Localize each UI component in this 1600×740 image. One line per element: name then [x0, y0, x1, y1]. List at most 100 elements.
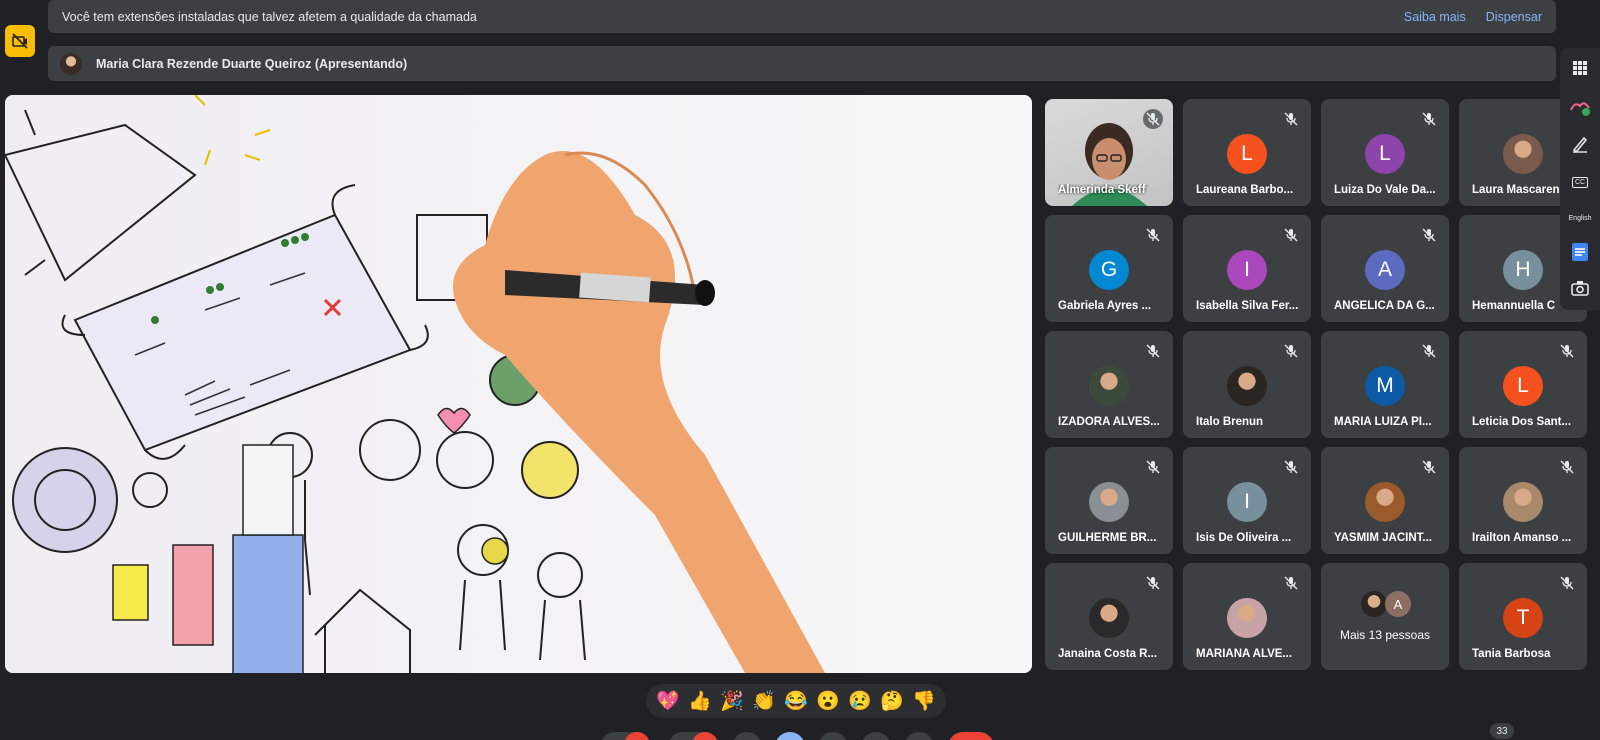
captions-button[interactable] [732, 732, 762, 740]
raise-hand-button[interactable] [861, 732, 891, 740]
participant-name: Isis De Oliveira ... [1196, 532, 1292, 544]
reaction-button[interactable]: 👏 [752, 692, 776, 711]
mic-muted-icon [1419, 457, 1439, 477]
presenter-avatar [60, 52, 82, 75]
reactions-bar: 💖 👍 🎉 👏 😂 😮 😢 🤔 👎 [646, 684, 946, 718]
present-button[interactable] [775, 732, 805, 740]
participant-name: YASMIM JACINT... [1334, 532, 1432, 544]
participant-name: Luiza Do Vale Da... [1334, 184, 1436, 196]
participant-tile[interactable]: GUILHERME BR... [1045, 447, 1173, 554]
presenter-name: Maria Clara Rezende Duarte Queiroz (Apre… [96, 56, 408, 71]
mic-muted-icon [1419, 109, 1439, 129]
mic-muted-icon [1143, 457, 1163, 477]
extensions-notification-bar: Você tem extensões instaladas que talvez… [48, 0, 1556, 33]
participant-tile[interactable]: G Gabriela Ayres ... [1045, 215, 1173, 322]
participant-tile[interactable]: L Luiza Do Vale Da... [1321, 99, 1449, 206]
participant-avatar [1503, 482, 1543, 522]
notification-text: Você tem extensões instaladas que talvez… [62, 9, 477, 24]
participant-name: Laureana Barbo... [1196, 184, 1294, 196]
camera-button[interactable] [668, 732, 718, 740]
participant-avatar: T [1503, 598, 1543, 638]
participant-name: Almerinda Skeff [1058, 184, 1146, 196]
participant-name: ANGÉLICA DA G... [1334, 300, 1435, 312]
participant-tile[interactable]: Janaina Costa R... [1045, 563, 1173, 670]
whiteboard-drawing-image [5, 95, 1032, 673]
participant-tile[interactable]: YASMIM JACINT... [1321, 447, 1449, 554]
participant-avatar: L [1227, 134, 1267, 174]
reaction-button[interactable]: 🎉 [720, 692, 744, 711]
participant-tile[interactable]: M MARIA LUIZA PI... [1321, 331, 1449, 438]
participant-avatar [1089, 598, 1129, 638]
reaction-button[interactable]: 👍 [688, 692, 712, 711]
participant-count-badge[interactable]: 33 [1490, 723, 1514, 739]
reaction-button[interactable]: 👎 [912, 692, 936, 711]
participant-avatar [1089, 366, 1129, 406]
caption-language-selector[interactable]: English [1568, 206, 1592, 230]
more-participants-tile[interactable]: A Mais 13 pessoas [1321, 563, 1449, 670]
participant-avatar: I [1227, 482, 1267, 522]
mic-muted-icon [1143, 225, 1163, 245]
participant-tile[interactable]: I Isis De Oliveira ... [1183, 447, 1311, 554]
participant-avatar [1227, 598, 1267, 638]
dismiss-button[interactable]: Dispensar [1486, 10, 1542, 24]
participant-tile[interactable]: IZADORA ALVES... [1045, 331, 1173, 438]
reaction-button[interactable]: 🤔 [880, 692, 904, 711]
participant-name: MARIANA ALVE... [1196, 648, 1293, 660]
extensions-warning-icon[interactable] [5, 25, 35, 57]
apps-grid-icon[interactable] [1568, 56, 1592, 80]
mic-muted-icon [1281, 225, 1301, 245]
participant-avatar [1503, 134, 1543, 174]
mic-muted-icon [1557, 341, 1577, 361]
participant-name: Tania Barbosa [1472, 648, 1551, 660]
participant-avatar: I [1227, 250, 1267, 290]
leave-call-button[interactable] [948, 732, 994, 740]
mic-muted-icon [1281, 573, 1301, 593]
participant-name: Ítalo Brenun [1196, 416, 1264, 428]
participant-tile[interactable]: Almerinda Skeff [1045, 99, 1173, 206]
participant-tile[interactable]: I Isabella Silva Fer... [1183, 215, 1311, 322]
participant-name: Mais 13 pessoas [1339, 628, 1431, 642]
participant-name: MARIA LUIZA PI... [1334, 416, 1432, 428]
microphone-button[interactable] [600, 732, 650, 740]
effects-extension-icon[interactable] [1568, 96, 1592, 120]
screenshot-camera-icon[interactable] [1568, 276, 1592, 300]
mic-muted-icon [1143, 109, 1163, 129]
reaction-button[interactable]: 😂 [784, 692, 808, 711]
participant-avatar: M [1365, 366, 1405, 406]
reaction-button[interactable]: 💖 [656, 692, 680, 711]
mic-muted-icon [1143, 341, 1163, 361]
participant-avatar: G [1089, 250, 1129, 290]
participant-avatar: H [1503, 250, 1543, 290]
participant-name: GUILHERME BR... [1058, 532, 1157, 544]
participant-tile[interactable]: Irailton Amanso ... [1459, 447, 1587, 554]
participant-name: Irailton Amanso ... [1472, 532, 1572, 544]
participant-name: Isabella Silva Fer... [1196, 300, 1299, 312]
docs-icon[interactable] [1568, 240, 1592, 264]
more-options-button[interactable] [904, 732, 934, 740]
mic-muted-icon [1419, 341, 1439, 361]
reaction-button[interactable]: 😮 [816, 692, 840, 711]
participant-tile[interactable]: L Leticia Dos Sant... [1459, 331, 1587, 438]
mic-muted-icon [1281, 457, 1301, 477]
learn-more-link[interactable]: Saiba mais [1404, 10, 1466, 24]
pen-annotation-icon[interactable] [1568, 132, 1592, 156]
side-toolbar: CC English [1560, 48, 1600, 310]
more-participant-avatar [1361, 591, 1387, 617]
participant-tile[interactable]: Ítalo Brenun [1183, 331, 1311, 438]
participant-tile[interactable]: A ANGÉLICA DA G... [1321, 215, 1449, 322]
captions-icon[interactable]: CC [1568, 170, 1592, 194]
shared-screen[interactable] [5, 95, 1032, 673]
participant-avatar [1227, 366, 1267, 406]
participant-tile[interactable]: L Laureana Barbo... [1183, 99, 1311, 206]
participant-avatar: L [1503, 366, 1543, 406]
caption-language-label: English [1568, 214, 1592, 222]
more-participant-avatar: A [1385, 591, 1411, 617]
reaction-button[interactable]: 😢 [848, 692, 872, 711]
participant-name: Gabriela Ayres ... [1058, 300, 1152, 312]
participant-tile[interactable]: MARIANA ALVE... [1183, 563, 1311, 670]
mic-muted-icon [1557, 573, 1577, 593]
participant-tile[interactable]: T Tania Barbosa [1459, 563, 1587, 670]
reactions-button[interactable] [818, 732, 848, 740]
mic-muted-icon [1281, 341, 1301, 361]
mic-muted-icon [1557, 457, 1577, 477]
